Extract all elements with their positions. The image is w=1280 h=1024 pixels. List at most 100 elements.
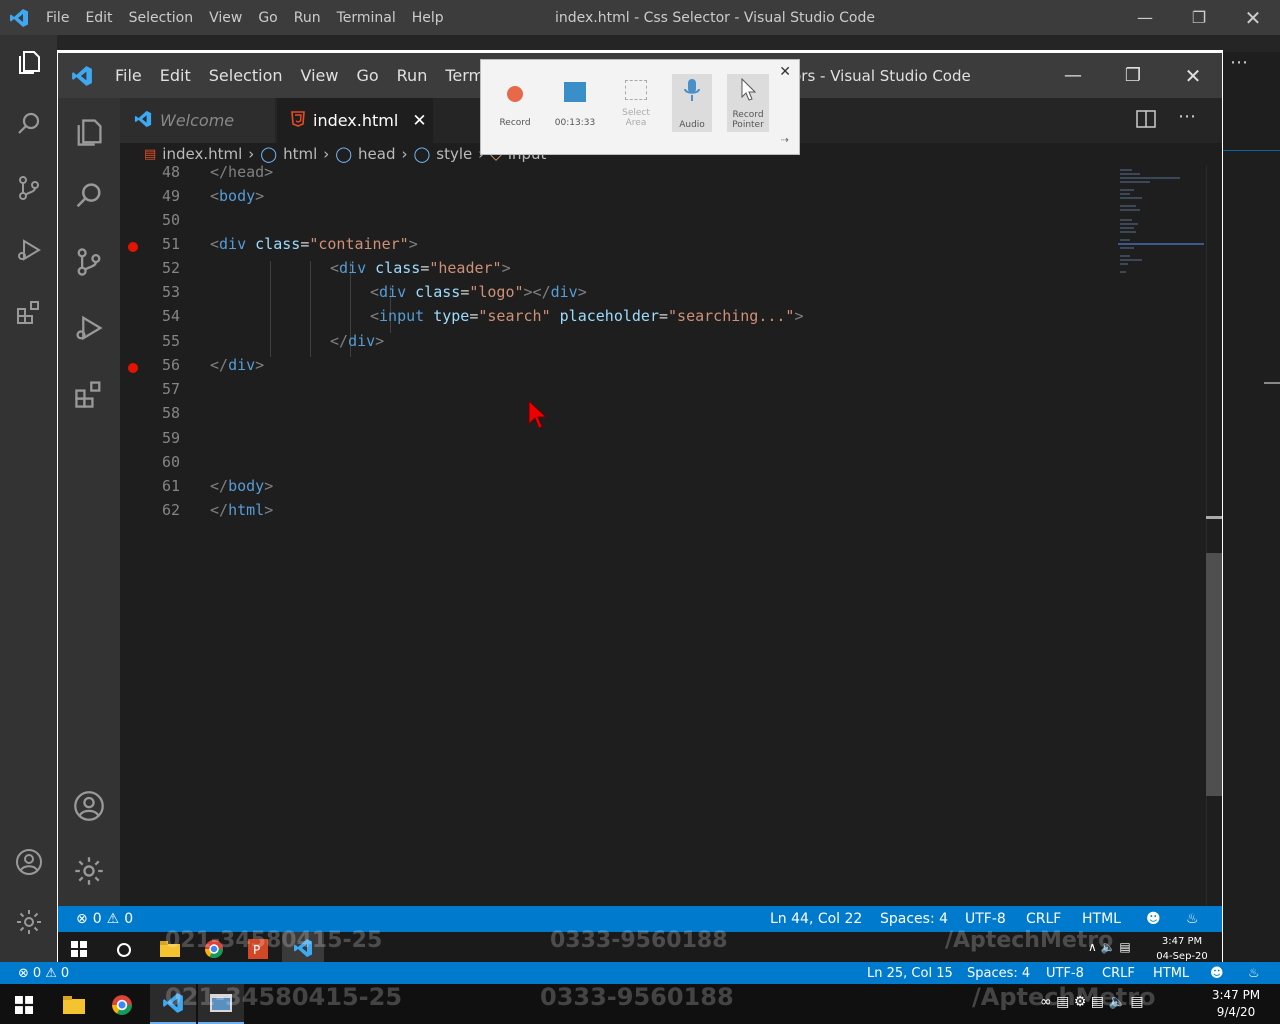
run-debug-icon[interactable] [12, 233, 46, 267]
recorder-record-pointer-button[interactable]: Record Pointer [727, 74, 769, 132]
error-icon: ⊗ [76, 911, 88, 927]
outer-menu-help[interactable]: Help [404, 10, 452, 26]
outer-menu-edit[interactable]: Edit [77, 10, 120, 26]
outer-close-button[interactable]: ✕ [1226, 0, 1280, 35]
outer-menu-terminal[interactable]: Terminal [329, 10, 404, 26]
outer-minimize-button[interactable]: — [1118, 0, 1172, 35]
inner-windows-start-icon[interactable] [68, 938, 90, 960]
breadcrumb-file[interactable]: index.html [162, 145, 242, 163]
outer-more-actions-icon[interactable]: ⋯ [1230, 52, 1248, 73]
account-icon[interactable] [12, 845, 46, 879]
inner-close-button[interactable]: ✕ [1164, 53, 1222, 98]
source-control-icon[interactable] [12, 171, 46, 205]
breadcrumb-head[interactable]: head [358, 145, 395, 163]
outer-encoding[interactable]: UTF-8 [1046, 962, 1084, 984]
inner-account-icon[interactable] [71, 788, 107, 824]
inner-extensions-icon[interactable] [71, 376, 107, 412]
inner-minimize-button[interactable]: — [1044, 53, 1102, 98]
outer-indentation[interactable]: Spaces: 4 [967, 962, 1030, 984]
extensions-icon[interactable] [12, 295, 46, 329]
error-icon: ⊗ [18, 965, 29, 981]
inner-cursor-position[interactable]: Ln 44, Col 22 [770, 906, 862, 932]
inner-restore-button[interactable]: ❐ [1104, 53, 1162, 98]
outer-feedback-icon[interactable]: ☻ [1210, 962, 1224, 984]
outer-eol[interactable]: CRLF [1102, 962, 1135, 984]
outer-title-bar: File Edit Selection View Go Run Terminal… [0, 0, 1280, 35]
breakpoint-icon[interactable] [128, 242, 138, 252]
inner-feedback-icon[interactable]: ☻ [1146, 906, 1161, 932]
outer-activity-bar [0, 35, 57, 962]
breadcrumb-html[interactable]: html [283, 145, 317, 163]
outer-menu-view[interactable]: View [201, 10, 250, 26]
inner-settings-gear-icon[interactable] [71, 853, 107, 889]
inner-clock[interactable]: 3:47 PM 04-Sep-20 [1152, 934, 1212, 964]
recorder-pin-icon[interactable]: ⇢ [781, 135, 789, 146]
code-line: 52 <div class="header"> [161, 259, 511, 277]
recorder-stop-timer[interactable]: 00:13:33 [550, 72, 600, 128]
vertical-scrollbar-thumb[interactable] [1206, 553, 1222, 796]
pointer-icon [741, 78, 756, 101]
inner-activity-bar [58, 98, 120, 906]
inner-source-control-icon[interactable] [71, 244, 107, 280]
clock[interactable]: 3:47 PM 9/4/20 [1206, 987, 1266, 1021]
inner-run-debug-icon[interactable] [71, 310, 107, 346]
breadcrumb-separator-icon: › [248, 145, 255, 163]
file-explorer-icon[interactable] [60, 992, 88, 1018]
inner-notifications-bell-icon[interactable]: ♨ [1186, 906, 1199, 932]
code-line: 62 </html> [161, 501, 274, 519]
outer-menu-selection[interactable]: Selection [121, 10, 202, 26]
recorder-close-icon[interactable]: ✕ [779, 64, 791, 80]
inner-menu-edit[interactable]: Edit [151, 66, 200, 85]
inner-problems-indicator[interactable]: ⊗ 0 ⚠ 0 [76, 906, 133, 932]
inner-indentation[interactable]: Spaces: 4 [880, 906, 948, 932]
select-area-icon [625, 80, 647, 100]
inner-search-icon[interactable] [71, 178, 107, 214]
code-line: 55 </div> [161, 332, 385, 350]
outer-restore-button[interactable]: ❐ [1172, 0, 1226, 35]
outer-menu-run[interactable]: Run [286, 10, 329, 26]
split-editor-icon[interactable] [1136, 110, 1156, 132]
breakpoint-icon[interactable] [128, 363, 138, 373]
inner-menu-go[interactable]: Go [347, 66, 387, 85]
recorder-record-button[interactable]: Record [490, 72, 540, 128]
outer-menu-file[interactable]: File [38, 10, 77, 26]
code-editor[interactable]: 48 </head> 49 <body> 50 51 <div class="c… [120, 165, 1200, 906]
outer-notifications-bell-icon[interactable]: ♨ [1248, 962, 1260, 984]
breadcrumb-style[interactable]: style [436, 145, 472, 163]
settings-gear-icon[interactable] [12, 905, 46, 939]
windows-start-icon[interactable] [12, 993, 36, 1017]
inner-menu-view[interactable]: View [292, 66, 348, 85]
more-actions-icon[interactable]: ⋯ [1178, 106, 1196, 127]
tab-index-html[interactable]: index.html ✕ [277, 98, 433, 143]
outer-problems-indicator[interactable]: ⊗ 0 ⚠ 0 [18, 962, 69, 984]
minimap[interactable] [1118, 165, 1208, 285]
inner-menu-file[interactable]: File [106, 66, 151, 85]
code-line: 56 </div> [120, 356, 1200, 380]
outer-window-title: index.html - Css Selector - Visual Studi… [555, 9, 875, 26]
outer-cursor-position[interactable]: Ln 25, Col 15 [867, 962, 953, 984]
outer-status-bar: ⊗ 0 ⚠ 0 Ln 25, Col 15 Spaces: 4 UTF-8 CRLF… [0, 962, 1280, 984]
inner-cortana-icon[interactable] [113, 939, 135, 961]
vscode-logo-icon [0, 0, 38, 35]
tab-close-icon[interactable]: ✕ [412, 111, 426, 131]
watermark-handle-bottom: /AptechMetro [972, 983, 1156, 1011]
inner-menu-run[interactable]: Run [388, 66, 437, 85]
scrollbar-position-marker [1206, 516, 1222, 519]
breadcrumb-element-icon: ◯ [335, 145, 353, 163]
inner-menu-selection[interactable]: Selection [200, 66, 292, 85]
code-line: 59 [161, 429, 180, 447]
breadcrumb-element-icon: ◯ [260, 145, 278, 163]
tab-welcome[interactable]: Welcome [120, 98, 275, 143]
breadcrumb-html-file-icon: ▤ [144, 146, 157, 162]
outer-language-mode[interactable]: HTML [1153, 962, 1189, 984]
search-icon[interactable] [12, 107, 46, 141]
code-line: 53 <div class="logo"></div> [161, 283, 587, 301]
outer-menu-go[interactable]: Go [250, 10, 285, 26]
recorder-audio-button[interactable]: Audio [672, 74, 712, 132]
inner-explorer-icon[interactable] [71, 114, 107, 150]
watermark-phone-2: 0333-9560188 [550, 928, 728, 953]
chrome-icon[interactable] [108, 992, 136, 1018]
code-line: 60 [161, 453, 180, 471]
explorer-icon[interactable] [12, 45, 46, 79]
recorder-select-area-button[interactable]: Select Area [611, 72, 661, 128]
